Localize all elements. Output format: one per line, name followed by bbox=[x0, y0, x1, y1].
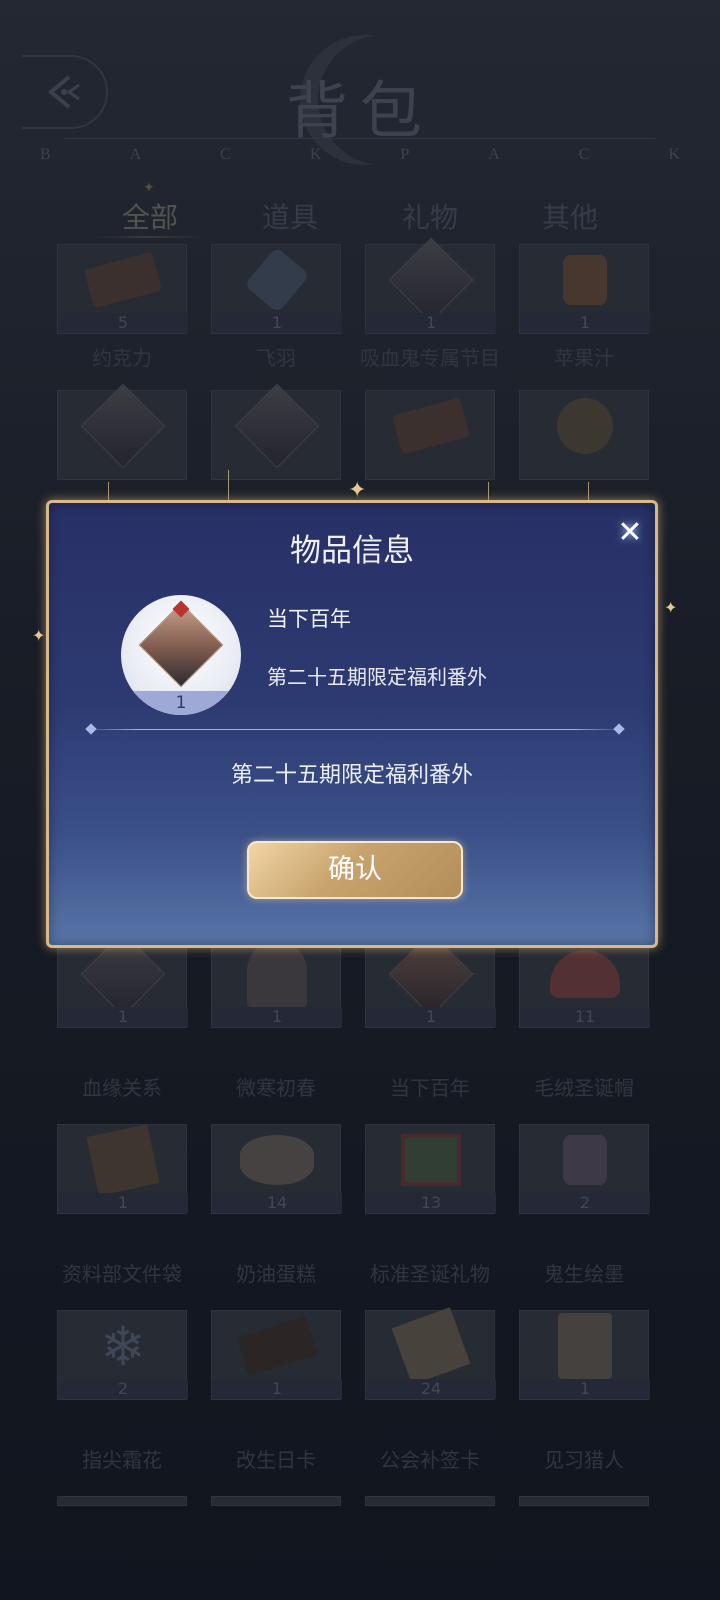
item-subtitle: 第二十五期限定福利番外 bbox=[267, 665, 487, 689]
confirm-button[interactable]: 确认 bbox=[247, 841, 463, 899]
close-icon[interactable]: ✕ bbox=[615, 515, 645, 550]
item-description: 第二十五期限定福利番外 bbox=[230, 763, 473, 788]
item-name: 当下百年 bbox=[267, 607, 351, 631]
star-ornament-icon: ✦ bbox=[32, 626, 46, 645]
divider-ornament bbox=[613, 723, 625, 735]
item-count: 1 bbox=[121, 691, 241, 715]
star-ornament-icon: ✦ bbox=[664, 598, 678, 617]
divider-ornament bbox=[85, 723, 97, 735]
dialog-title: 物品信息 bbox=[290, 533, 414, 569]
item-thumbnail: 1 bbox=[121, 595, 241, 715]
item-info-dialog: 物品信息 ✕ 1 当下百年 第二十五期限定福利番外 第二十五期限定福利番外 确认 bbox=[46, 500, 658, 948]
divider bbox=[83, 729, 627, 730]
